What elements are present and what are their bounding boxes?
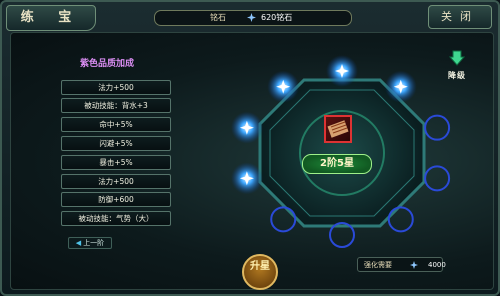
cost-label: 强化需要 <box>364 261 392 269</box>
star-level-badge: 2阶5星 <box>302 154 372 174</box>
star-slot-lit <box>230 162 263 195</box>
star-slot-empty <box>387 206 414 233</box>
bonus-stat: 闪避+5% <box>61 136 171 151</box>
treasure-scroll-icon[interactable] <box>324 115 352 143</box>
currency-label: 铭石 <box>210 13 226 22</box>
bonus-stat: 法力+500 <box>61 174 171 189</box>
bonus-stat: 被动技能：背水+3 <box>61 98 171 113</box>
currency-value: 620铭石 <box>261 13 293 22</box>
empty-star-ring <box>387 206 414 233</box>
bonus-stat: 暴击+5% <box>61 155 171 170</box>
currency-bar: 铭石 620铭石 <box>154 10 352 26</box>
empty-star-ring <box>424 114 451 141</box>
star-slot-empty <box>424 165 451 192</box>
star-slot-empty <box>424 114 451 141</box>
star-slot-empty <box>270 206 297 233</box>
quality-bonus-title: 紫色品质加成 <box>80 59 135 69</box>
window-title: 练 宝 <box>6 5 96 31</box>
cost-value: 4000 <box>428 261 446 269</box>
star-ring <box>230 55 451 248</box>
refine-window: 练 宝 关闭 铭石 620铭石 紫色品质加成 法力+500 被动技能：背水+3 … <box>0 0 500 296</box>
left-arrow-icon: ◀ <box>75 239 82 247</box>
empty-star-ring <box>270 206 297 233</box>
star-slot-lit <box>230 111 263 144</box>
star-slot-lit <box>267 70 300 103</box>
diamond-icon <box>410 261 418 269</box>
empty-star-ring <box>424 165 451 192</box>
upgrade-star-button[interactable]: 升星 <box>242 254 278 290</box>
downgrade-button[interactable]: 降级 <box>446 50 468 81</box>
downgrade-label: 降级 <box>448 71 466 80</box>
close-button[interactable]: 关闭 <box>428 5 492 29</box>
bonus-stat: 命中+5% <box>61 117 171 132</box>
previous-tier-button[interactable]: ◀ 上一阶 <box>68 237 112 249</box>
previous-tier-label: 上一阶 <box>83 239 105 247</box>
bonus-stat: 防御+600 <box>61 192 171 207</box>
star-slot-lit <box>326 55 358 87</box>
treasure-scroll-icon <box>327 120 349 138</box>
star-slot-lit <box>384 70 417 103</box>
down-arrow-icon <box>448 50 466 66</box>
bonus-stat: 被动技能：气势（大） <box>61 211 171 226</box>
upgrade-cost: 强化需要 4000 <box>357 257 446 272</box>
diamond-icon <box>247 13 256 22</box>
bonus-stat: 法力+500 <box>61 80 171 95</box>
